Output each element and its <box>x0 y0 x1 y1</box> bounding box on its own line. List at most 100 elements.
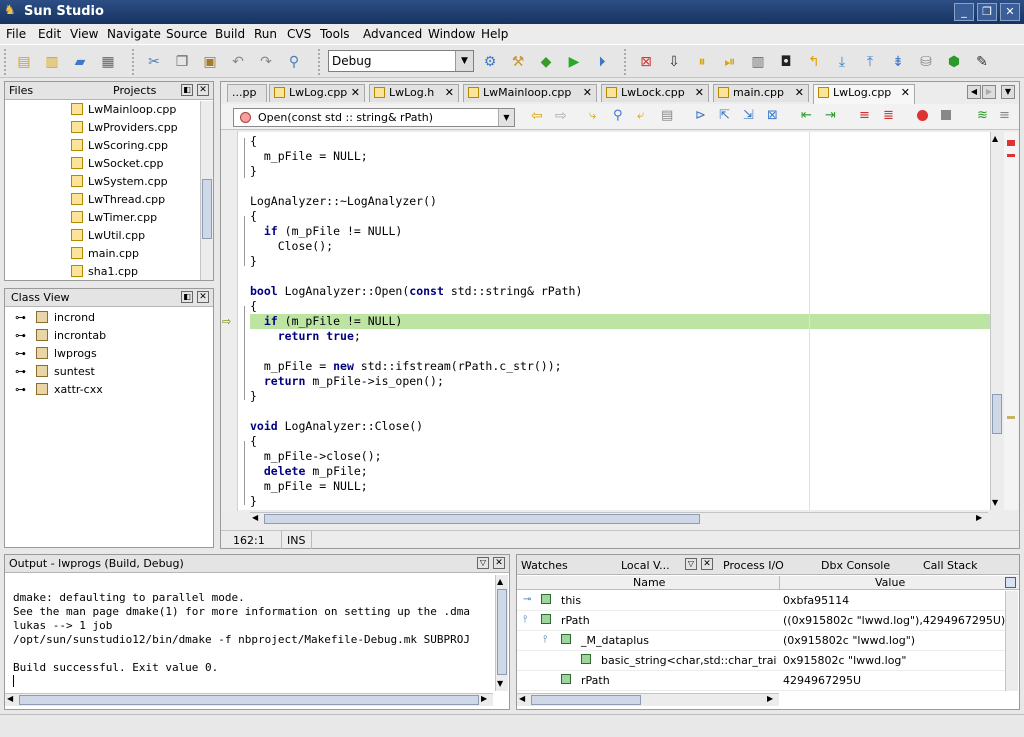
tab-dbx-console[interactable]: Dbx Console <box>821 557 890 574</box>
previous-bookmark-icon[interactable]: ⇱ <box>719 108 730 123</box>
chevron-down-icon[interactable]: ▼ <box>498 109 514 126</box>
menu-help[interactable]: Help <box>481 27 508 41</box>
scroll-tabs-right-icon[interactable]: ▶ <box>982 85 996 99</box>
debug-main-project-icon[interactable]: ▶ <box>564 52 584 72</box>
scroll-right-icon[interactable]: ▶ <box>767 694 773 703</box>
toggle-highlight-icon[interactable]: ▤ <box>661 108 673 123</box>
toolbar-grip[interactable] <box>624 49 628 75</box>
list-item[interactable]: LwTimer.cpp <box>71 209 157 227</box>
tab-file-1[interactable]: ...pp <box>227 84 267 102</box>
toolbar-grip[interactable] <box>318 49 322 75</box>
minimize-panel-icon[interactable]: ◧ <box>181 291 193 303</box>
paste-icon[interactable]: ▣ <box>200 52 220 72</box>
pause-icon[interactable]: ⏸ <box>692 52 712 72</box>
step-over-icon[interactable]: ▥ <box>748 52 768 72</box>
close-tab-icon[interactable]: ✕ <box>351 85 360 101</box>
expand-icon[interactable]: ⊶ <box>15 383 26 396</box>
close-panel-icon[interactable]: ✕ <box>701 558 713 570</box>
output-vertical-scrollbar[interactable]: ▲ ▼ <box>495 575 508 691</box>
uncomment-icon[interactable]: ≣ <box>883 108 894 123</box>
forward-icon[interactable]: ⇨ <box>555 108 567 124</box>
find-selection-icon[interactable]: ⚲ <box>613 108 623 123</box>
fold-margin[interactable] <box>240 132 248 510</box>
copy-icon[interactable]: ❐ <box>172 52 192 72</box>
close-window-button[interactable]: ✕ <box>1000 3 1020 21</box>
close-panel-icon[interactable]: ✕ <box>197 84 209 96</box>
table-row[interactable]: ⫯ rPath ((0x915802c "lwwd.log"),42949672… <box>517 611 1005 631</box>
menu-build[interactable]: Build <box>215 27 245 41</box>
step-instruction-icon[interactable]: ⤓ <box>832 52 852 72</box>
error-marker-icon[interactable] <box>1007 154 1015 157</box>
close-tab-icon[interactable]: ✕ <box>795 85 804 101</box>
start-macro-icon[interactable] <box>917 110 928 121</box>
output-horizontal-scrollbar[interactable]: ◀ ▶ <box>5 693 493 706</box>
menu-navigate[interactable]: Navigate <box>107 27 161 41</box>
close-panel-icon[interactable]: ✕ <box>493 557 505 569</box>
list-item[interactable]: ⊶ incrond <box>15 309 95 327</box>
scroll-right-icon[interactable]: ▶ <box>976 513 982 522</box>
tab-file-active[interactable]: LwLog.cpp ✕ <box>813 84 915 104</box>
column-value[interactable]: Value <box>875 576 905 589</box>
back-icon[interactable]: ⇦ <box>531 108 543 124</box>
tab-files[interactable]: Files <box>9 84 33 97</box>
find-previous-icon[interactable]: ⤶ <box>637 108 644 123</box>
maximize-button[interactable]: ❐ <box>977 3 997 21</box>
undo-icon[interactable]: ↶ <box>228 52 248 72</box>
expand-icon[interactable]: ⫯ <box>523 614 527 625</box>
error-marker-icon[interactable] <box>1007 140 1015 146</box>
table-row[interactable]: rPath 4294967295U <box>517 671 1005 691</box>
column-chooser-icon[interactable] <box>1005 577 1016 588</box>
column-name[interactable]: Name <box>633 576 665 589</box>
stack-up-icon[interactable]: ⤒ <box>860 52 880 72</box>
new-project-icon[interactable]: ▤ <box>14 52 34 72</box>
output-title[interactable]: Output - lwprogs (Build, Debug) <box>9 557 184 570</box>
last-edit-icon[interactable]: ⤷ <box>589 108 596 123</box>
scroll-down-icon[interactable]: ▼ <box>497 679 503 688</box>
redo-icon[interactable]: ↷ <box>256 52 276 72</box>
chevron-down-icon[interactable]: ▼ <box>455 51 473 71</box>
editor-gutter[interactable]: ⇨ <box>221 131 238 511</box>
new-file-icon[interactable]: ▥ <box>42 52 62 72</box>
save-all-icon[interactable]: ▦ <box>98 52 118 72</box>
menu-view[interactable]: View <box>70 27 98 41</box>
step-into-icon[interactable]: ◘ <box>776 52 796 72</box>
list-item[interactable]: LwSystem.cpp <box>71 173 168 191</box>
comment-icon[interactable]: ≡ <box>859 108 870 123</box>
minimize-button[interactable]: _ <box>954 3 974 21</box>
menu-window[interactable]: Window <box>428 27 475 41</box>
expand-icon[interactable]: ⊶ <box>15 347 26 360</box>
list-item[interactable]: LwMainloop.cpp <box>71 101 176 119</box>
menu-source[interactable]: Source <box>166 27 207 41</box>
menu-edit[interactable]: Edit <box>38 27 61 41</box>
menu-advanced[interactable]: Advanced <box>363 27 422 41</box>
table-row[interactable]: basic_string<char,std::char_trait 0x9158… <box>517 651 1005 671</box>
stack-down-icon[interactable]: ⇟ <box>888 52 908 72</box>
open-project-icon[interactable]: ▰ <box>70 52 90 72</box>
scroll-tabs-left-icon[interactable]: ◀ <box>967 85 981 99</box>
tab-file-2[interactable]: LwLog.cpp ✕ <box>269 84 365 102</box>
scrollbar-thumb[interactable] <box>19 695 479 705</box>
tab-file-4[interactable]: LwMainloop.cpp ✕ <box>463 84 597 102</box>
expand-icon[interactable]: ⫯ <box>543 634 547 645</box>
scrollbar-thumb[interactable] <box>264 514 700 524</box>
expand-icon[interactable]: ⊶ <box>15 365 26 378</box>
expand-icon[interactable]: ⊶ <box>15 329 26 342</box>
list-item[interactable]: ⊶ lwprogs <box>15 345 97 363</box>
scroll-down-icon[interactable]: ▼ <box>992 498 998 507</box>
expand-icon[interactable]: ⊶ <box>15 311 26 324</box>
format-icon[interactable]: ≡ <box>999 108 1010 123</box>
cut-icon[interactable]: ✂ <box>144 52 164 72</box>
scroll-up-icon[interactable]: ▲ <box>497 577 503 586</box>
menu-cvs[interactable]: CVS <box>287 27 311 41</box>
minimize-panel-icon[interactable]: ▽ <box>685 558 697 570</box>
code-editor[interactable]: { m_pFile = NULL; } LogAnalyzer::~LogAna… <box>238 132 990 510</box>
fix-continue-icon[interactable]: ⬢ <box>944 52 964 72</box>
scrollbar-thumb[interactable] <box>497 589 507 675</box>
watches-vertical-scrollbar[interactable] <box>1005 591 1018 691</box>
tab-watches[interactable]: Watches <box>521 557 568 574</box>
tab-process-io[interactable]: Process I/O <box>723 557 784 574</box>
files-scrollbar[interactable] <box>200 101 213 280</box>
editor-vertical-scrollbar[interactable]: ▲ ▼ <box>990 132 1003 510</box>
shift-right-icon[interactable]: ⇥ <box>825 108 836 123</box>
scroll-left-icon[interactable]: ◀ <box>7 694 13 703</box>
